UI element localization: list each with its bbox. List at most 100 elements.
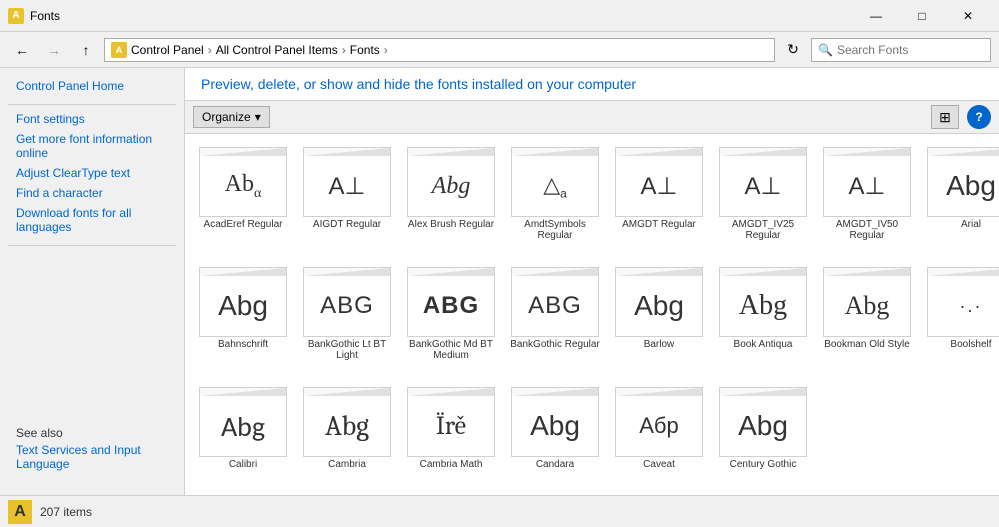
font-icon-aigdt: A⊥ xyxy=(303,147,391,217)
forward-button[interactable]: → xyxy=(40,36,68,64)
font-icon-bankgothic: ABG xyxy=(511,267,599,337)
font-item-calibri[interactable]: Abg Calibri xyxy=(193,382,293,487)
path-sep-3: › xyxy=(384,43,388,57)
font-name-acadref: AcadEref Regular xyxy=(204,219,283,230)
path-segment-3[interactable]: Fonts xyxy=(350,43,380,57)
view-button[interactable]: ⊞ xyxy=(931,105,959,129)
path-sep-2: › xyxy=(342,43,346,57)
font-item-amgdt50[interactable]: A⊥ AMGDT_IV50 Regular xyxy=(817,142,917,258)
address-bar: ← → ↑ A Control Panel › All Control Pane… xyxy=(0,32,999,68)
font-item-cambria-math[interactable]: Ïrě Cambria Math xyxy=(401,382,501,487)
organize-arrow-icon: ▾ xyxy=(255,110,261,124)
back-button[interactable]: ← xyxy=(8,36,36,64)
font-name-calibri: Calibri xyxy=(229,459,257,470)
sidebar-item-cleartype[interactable]: Adjust ClearType text xyxy=(0,163,184,183)
font-icon-book-antiqua: Abg xyxy=(719,267,807,337)
font-name-candara: Candara xyxy=(536,459,574,470)
font-name-amgdt: AMGDT Regular xyxy=(622,219,696,230)
sidebar-item-text-services[interactable]: Text Services and Input Language xyxy=(0,440,184,474)
font-icon-bankgothic-md: ABG xyxy=(407,267,495,337)
font-name-amgdt50: AMGDT_IV50 Regular xyxy=(822,219,912,241)
window-controls: — □ ✕ xyxy=(853,0,991,32)
font-item-amdtsymbols[interactable]: △a AmdtSymbols Regular xyxy=(505,142,605,258)
font-item-bookman[interactable]: Abg Bookman Old Style xyxy=(817,262,917,378)
font-item-bankgothic-md[interactable]: ABG BankGothic Md BT Medium xyxy=(401,262,501,378)
content-area: Preview, delete, or show and hide the fo… xyxy=(185,68,999,495)
font-item-amgdt25[interactable]: A⊥ AMGDT_IV25 Regular xyxy=(713,142,813,258)
refresh-button[interactable]: ↻ xyxy=(779,36,807,64)
sidebar-item-font-settings[interactable]: Font settings xyxy=(0,109,184,129)
font-item-book-antiqua[interactable]: Abg Book Antiqua xyxy=(713,262,813,378)
font-item-boolshelf[interactable]: ·.· Boolshelf xyxy=(921,262,999,378)
search-icon: 🔍 xyxy=(818,43,833,57)
font-item-bankgothic[interactable]: ABG BankGothic Regular xyxy=(505,262,605,378)
font-item-acadref[interactable]: Abα AcadEref Regular xyxy=(193,142,293,258)
up-button[interactable]: ↑ xyxy=(72,36,100,64)
sidebar-divider-1 xyxy=(8,104,176,105)
path-segment-2[interactable]: All Control Panel Items xyxy=(216,43,338,57)
status-icon: A xyxy=(8,500,32,524)
toolbar: Organize ▾ ⊞ ? xyxy=(185,101,999,134)
sidebar: Control Panel Home Font settings Get mor… xyxy=(0,68,185,495)
font-icon-century-gothic: Abg xyxy=(719,387,807,457)
font-name-caveat: Caveat xyxy=(643,459,675,470)
font-name-bahnschrift: Bahnschrift xyxy=(218,339,268,350)
maximize-button[interactable]: □ xyxy=(899,0,945,32)
font-icon-amgdt25: A⊥ xyxy=(719,147,807,217)
font-item-barlow[interactable]: Abg Barlow xyxy=(609,262,709,378)
organize-label: Organize xyxy=(202,110,251,124)
font-item-century-gothic[interactable]: Abg Century Gothic xyxy=(713,382,813,487)
path-segment-1[interactable]: Control Panel xyxy=(131,43,204,57)
close-button[interactable]: ✕ xyxy=(945,0,991,32)
sidebar-item-find-character[interactable]: Find a character xyxy=(0,183,184,203)
path-sep-1: › xyxy=(208,43,212,57)
font-icon-bankgothic-lt: ABG xyxy=(303,267,391,337)
font-icon-barlow: Abg xyxy=(615,267,703,337)
path-icon: A xyxy=(111,42,127,58)
status-item-count: 207 items xyxy=(40,505,92,519)
font-icon-arial: Abg xyxy=(927,147,999,217)
font-icon-amgdt: A⊥ xyxy=(615,147,703,217)
font-icon-cambria-math: Ïrě xyxy=(407,387,495,457)
search-input[interactable] xyxy=(837,43,984,57)
font-name-cambria: Cambria xyxy=(328,459,366,470)
font-name-bankgothic-md: BankGothic Md BT Medium xyxy=(406,339,496,361)
font-name-amgdt25: AMGDT_IV25 Regular xyxy=(718,219,808,241)
font-icon-calibri: Abg xyxy=(199,387,287,457)
font-name-arial: Arial xyxy=(961,219,981,230)
minimize-button[interactable]: — xyxy=(853,0,899,32)
font-icon-bahnschrift: Abg xyxy=(199,267,287,337)
help-button[interactable]: ? xyxy=(967,105,991,129)
sidebar-item-control-panel-home[interactable]: Control Panel Home xyxy=(0,76,184,96)
font-name-book-antiqua: Book Antiqua xyxy=(734,339,793,350)
sidebar-item-more-info[interactable]: Get more font information online xyxy=(0,129,184,163)
app-icon: A xyxy=(8,8,24,24)
font-item-aigdt[interactable]: A⊥ AIGDT Regular xyxy=(297,142,397,258)
font-item-candara[interactable]: Abg Candara xyxy=(505,382,605,487)
font-item-bahnschrift[interactable]: Abg Bahnschrift xyxy=(193,262,293,378)
font-name-amdtsymbols: AmdtSymbols Regular xyxy=(510,219,600,241)
font-grid: Abα AcadEref Regular A⊥ AIGDT Regular Ab… xyxy=(185,134,999,495)
font-name-cambria-math: Cambria Math xyxy=(420,459,483,470)
title-bar-title: Fonts xyxy=(30,9,60,23)
address-path[interactable]: A Control Panel › All Control Panel Item… xyxy=(104,38,775,62)
search-box[interactable]: 🔍 xyxy=(811,38,991,62)
font-icon-bookman: Abg xyxy=(823,267,911,337)
font-icon-amgdt50: A⊥ xyxy=(823,147,911,217)
font-icon-alexbrush: Abg xyxy=(407,147,495,217)
font-name-bookman: Bookman Old Style xyxy=(824,339,910,350)
font-item-arial[interactable]: Abg Arial xyxy=(921,142,999,258)
font-item-amgdt[interactable]: A⊥ AMGDT Regular xyxy=(609,142,709,258)
font-icon-candara: Abg xyxy=(511,387,599,457)
font-item-bankgothic-lt[interactable]: ABG BankGothic Lt BT Light xyxy=(297,262,397,378)
main-layout: Control Panel Home Font settings Get mor… xyxy=(0,68,999,495)
font-name-bankgothic: BankGothic Regular xyxy=(510,339,600,350)
font-item-alexbrush[interactable]: Abg Alex Brush Regular xyxy=(401,142,501,258)
font-icon-amdtsymbols: △a xyxy=(511,147,599,217)
sidebar-item-download-fonts[interactable]: Download fonts for all languages xyxy=(0,203,184,237)
organize-button[interactable]: Organize ▾ xyxy=(193,106,270,128)
font-name-alexbrush: Alex Brush Regular xyxy=(408,219,494,230)
font-name-boolshelf: Boolshelf xyxy=(950,339,991,350)
font-item-cambria[interactable]: Abg Cambria xyxy=(297,382,397,487)
font-item-caveat[interactable]: Абр Caveat xyxy=(609,382,709,487)
